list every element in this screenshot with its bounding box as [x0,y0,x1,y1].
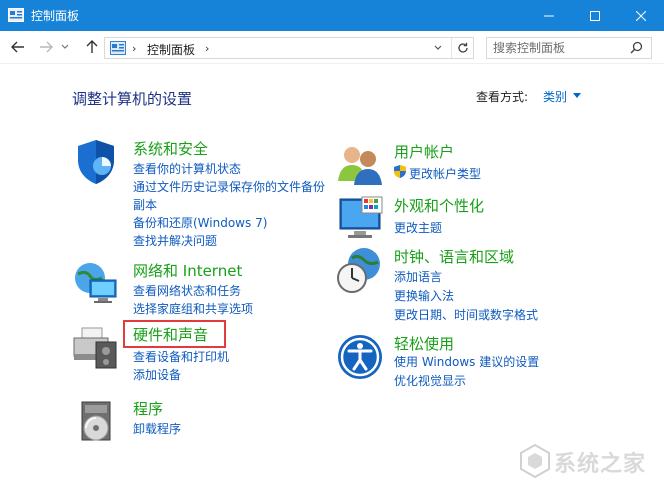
close-icon [636,10,646,21]
navigation-bar: › 控制面板 › [0,31,664,64]
minimize-button[interactable] [526,0,572,31]
control-panel-icon [110,41,126,55]
breadcrumb-separator-icon[interactable]: › [132,42,136,55]
chevron-down-icon[interactable] [573,93,581,98]
category-title[interactable]: 轻松使用 [394,333,454,354]
category-ease-of-access: 轻松使用 使用 Windows 建议的设置 优化视觉显示 [336,333,596,389]
link-backup-restore[interactable]: 备份和还原(Windows 7) [133,214,267,231]
watermark-text: 系统之家 [554,452,647,477]
link-homegroup-sharing[interactable]: 选择家庭组和共享选项 [133,300,253,317]
clock-globe-icon [337,248,380,293]
link-recommended-settings[interactable]: 使用 Windows 建议的设置 [394,353,539,370]
highlight-box [123,320,226,348]
link-optimize-visual-display[interactable]: 优化视觉显示 [394,372,466,389]
search-icon[interactable] [630,41,643,54]
category-title[interactable]: 用户帐户 [394,141,454,162]
address-dropdown-button[interactable] [429,40,447,56]
category-title[interactable]: 外观和个性化 [394,195,484,216]
breadcrumb-separator-icon[interactable]: › [205,42,209,55]
link-add-device[interactable]: 添加设备 [133,366,181,383]
link-change-account-type[interactable]: 更改帐户类型 [409,165,481,182]
maximize-icon [590,10,600,21]
back-button[interactable] [8,37,28,57]
shield-icon [78,140,114,184]
category-network-internet: 网络和 Internet 查看网络状态和任务 选择家庭组和共享选项 [72,260,342,320]
category-appearance-personalization: 外观和个性化 更改主题 [336,195,596,243]
up-button[interactable] [82,37,102,57]
personalization-icon [339,196,383,238]
refresh-icon [457,42,468,53]
link-file-history-backup[interactable]: 通过文件历史记录保存你的文件备份 [133,178,325,195]
search-input[interactable] [493,40,623,56]
users-icon [338,147,382,185]
close-button[interactable] [618,0,664,31]
breadcrumb-control-panel[interactable]: 控制面板 [147,41,195,58]
arrow-left-icon [11,41,24,53]
ease-of-access-icon [338,335,382,379]
link-add-language[interactable]: 添加语言 [394,268,442,285]
address-bar[interactable]: › 控制面板 › [104,37,474,59]
watermark-logo-icon [520,444,550,478]
printer-icon [73,327,117,369]
uac-shield-icon [394,165,406,178]
arrow-right-icon [40,41,53,53]
category-title[interactable]: 程序 [133,398,163,419]
view-by-dropdown[interactable]: 类别 [543,88,567,105]
link-change-date-time-format[interactable]: 更改日期、时间或数字格式 [394,306,538,323]
maximize-button[interactable] [572,0,618,31]
link-file-history-backup-cont[interactable]: 副本 [133,196,157,213]
view-by-label: 查看方式: [476,90,529,104]
link-uninstall-program[interactable]: 卸载程序 [133,420,181,437]
programs-icon [81,401,111,441]
forward-button[interactable] [36,37,56,57]
search-box[interactable] [486,37,652,59]
category-title[interactable]: 网络和 Internet [133,260,242,281]
category-title[interactable]: 系统和安全 [133,138,208,159]
category-title[interactable]: 时钟、语言和区域 [394,246,514,267]
arrow-up-icon [86,40,98,53]
link-troubleshoot[interactable]: 查找并解决问题 [133,232,217,249]
link-change-input-method[interactable]: 更换输入法 [394,287,454,304]
category-programs: 程序 卸载程序 [72,398,342,446]
title-bar: 控制面板 [0,0,664,31]
category-system-security: 系统和安全 查看你的计算机状态 通过文件历史记录保存你的文件备份 副本 备份和还… [72,138,342,250]
chevron-down-icon [434,45,442,50]
network-icon [75,263,117,303]
link-change-theme[interactable]: 更改主题 [394,219,442,236]
refresh-button[interactable] [451,38,473,58]
recent-locations-button[interactable] [58,37,72,57]
link-view-computer-status[interactable]: 查看你的计算机状态 [133,160,241,177]
minimize-icon [544,15,554,16]
page-title: 调整计算机的设置 [72,90,193,108]
chevron-down-icon [61,44,69,49]
category-clock-language-region: 时钟、语言和区域 添加语言 更换输入法 更改日期、时间或数字格式 [336,246,596,322]
link-devices-printers[interactable]: 查看设备和打印机 [133,348,229,365]
window-title: 控制面板 [31,9,80,23]
link-network-status[interactable]: 查看网络状态和任务 [133,282,241,299]
category-user-accounts: 用户帐户 更改帐户类型 [336,141,596,185]
control-panel-app-icon [8,8,24,22]
watermark: 系统之家 [516,440,658,484]
